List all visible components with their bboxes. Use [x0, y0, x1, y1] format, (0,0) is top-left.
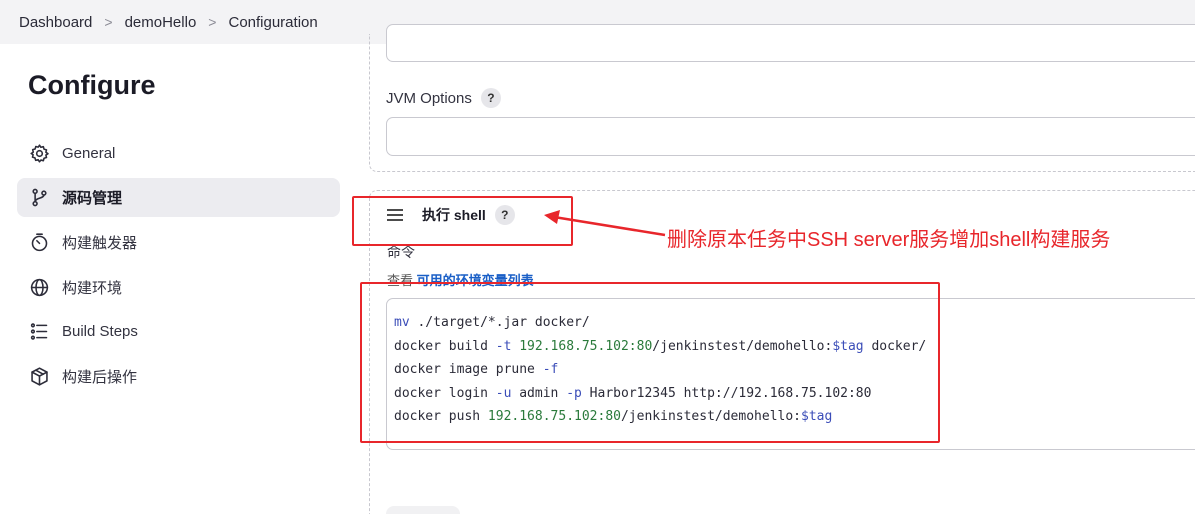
sidebar-item-label: 构建后操作 [62, 369, 138, 386]
package-icon [28, 366, 50, 388]
chevron-right-icon: > [208, 14, 217, 30]
sidebar-item-label: 构建环境 [62, 280, 123, 297]
add-step-button[interactable] [386, 506, 460, 514]
jenkins-configure-page: Dashboard > demoHello > Configuration Co… [0, 0, 1195, 514]
breadcrumb-dashboard[interactable]: Dashboard [19, 14, 92, 31]
sidebar-item-label: 源码管理 [62, 190, 123, 207]
breadcrumb-project[interactable]: demoHello [125, 14, 197, 31]
main-content: JVM Options ? 执行 shell ? 命令 查看 可用的环境变量列表… [360, 24, 1195, 514]
jvm-options-input[interactable] [386, 117, 1195, 156]
sidebar-item-environment[interactable]: 构建环境 [17, 268, 340, 307]
sidebar-item-label: Build Steps [62, 323, 138, 340]
sidebar-item-label: 构建触发器 [62, 235, 138, 252]
sidebar-item-triggers[interactable]: 构建触发器 [17, 223, 340, 262]
sidebar-item-scm[interactable]: 源码管理 [17, 178, 340, 217]
sidebar-item-general[interactable]: General [17, 134, 340, 173]
sidebar-item-label: General [62, 145, 116, 162]
annotation-text: 删除原本任务中SSH server服务增加shell构建服务 [667, 229, 1111, 251]
sidebar-item-post-build[interactable]: 构建后操作 [17, 357, 340, 396]
page-title: Configure [28, 70, 156, 100]
previous-field-input[interactable] [386, 24, 1195, 62]
branch-icon [28, 187, 50, 209]
timer-icon [28, 232, 50, 254]
sidebar: Configure General 源码管理 构建触发器 构建环境 Build … [0, 44, 360, 514]
help-icon[interactable]: ? [480, 88, 501, 108]
chevron-right-icon: > [104, 14, 113, 30]
list-icon [28, 321, 50, 343]
annotation-box-commands [360, 282, 940, 443]
annotation-arrow-icon [544, 210, 666, 237]
globe-icon [28, 277, 50, 299]
gear-icon [28, 143, 50, 165]
breadcrumb-configuration[interactable]: Configuration [228, 14, 317, 31]
jvm-options-label: JVM Options ? [386, 88, 501, 108]
sidebar-item-build-steps[interactable]: Build Steps [17, 312, 340, 351]
